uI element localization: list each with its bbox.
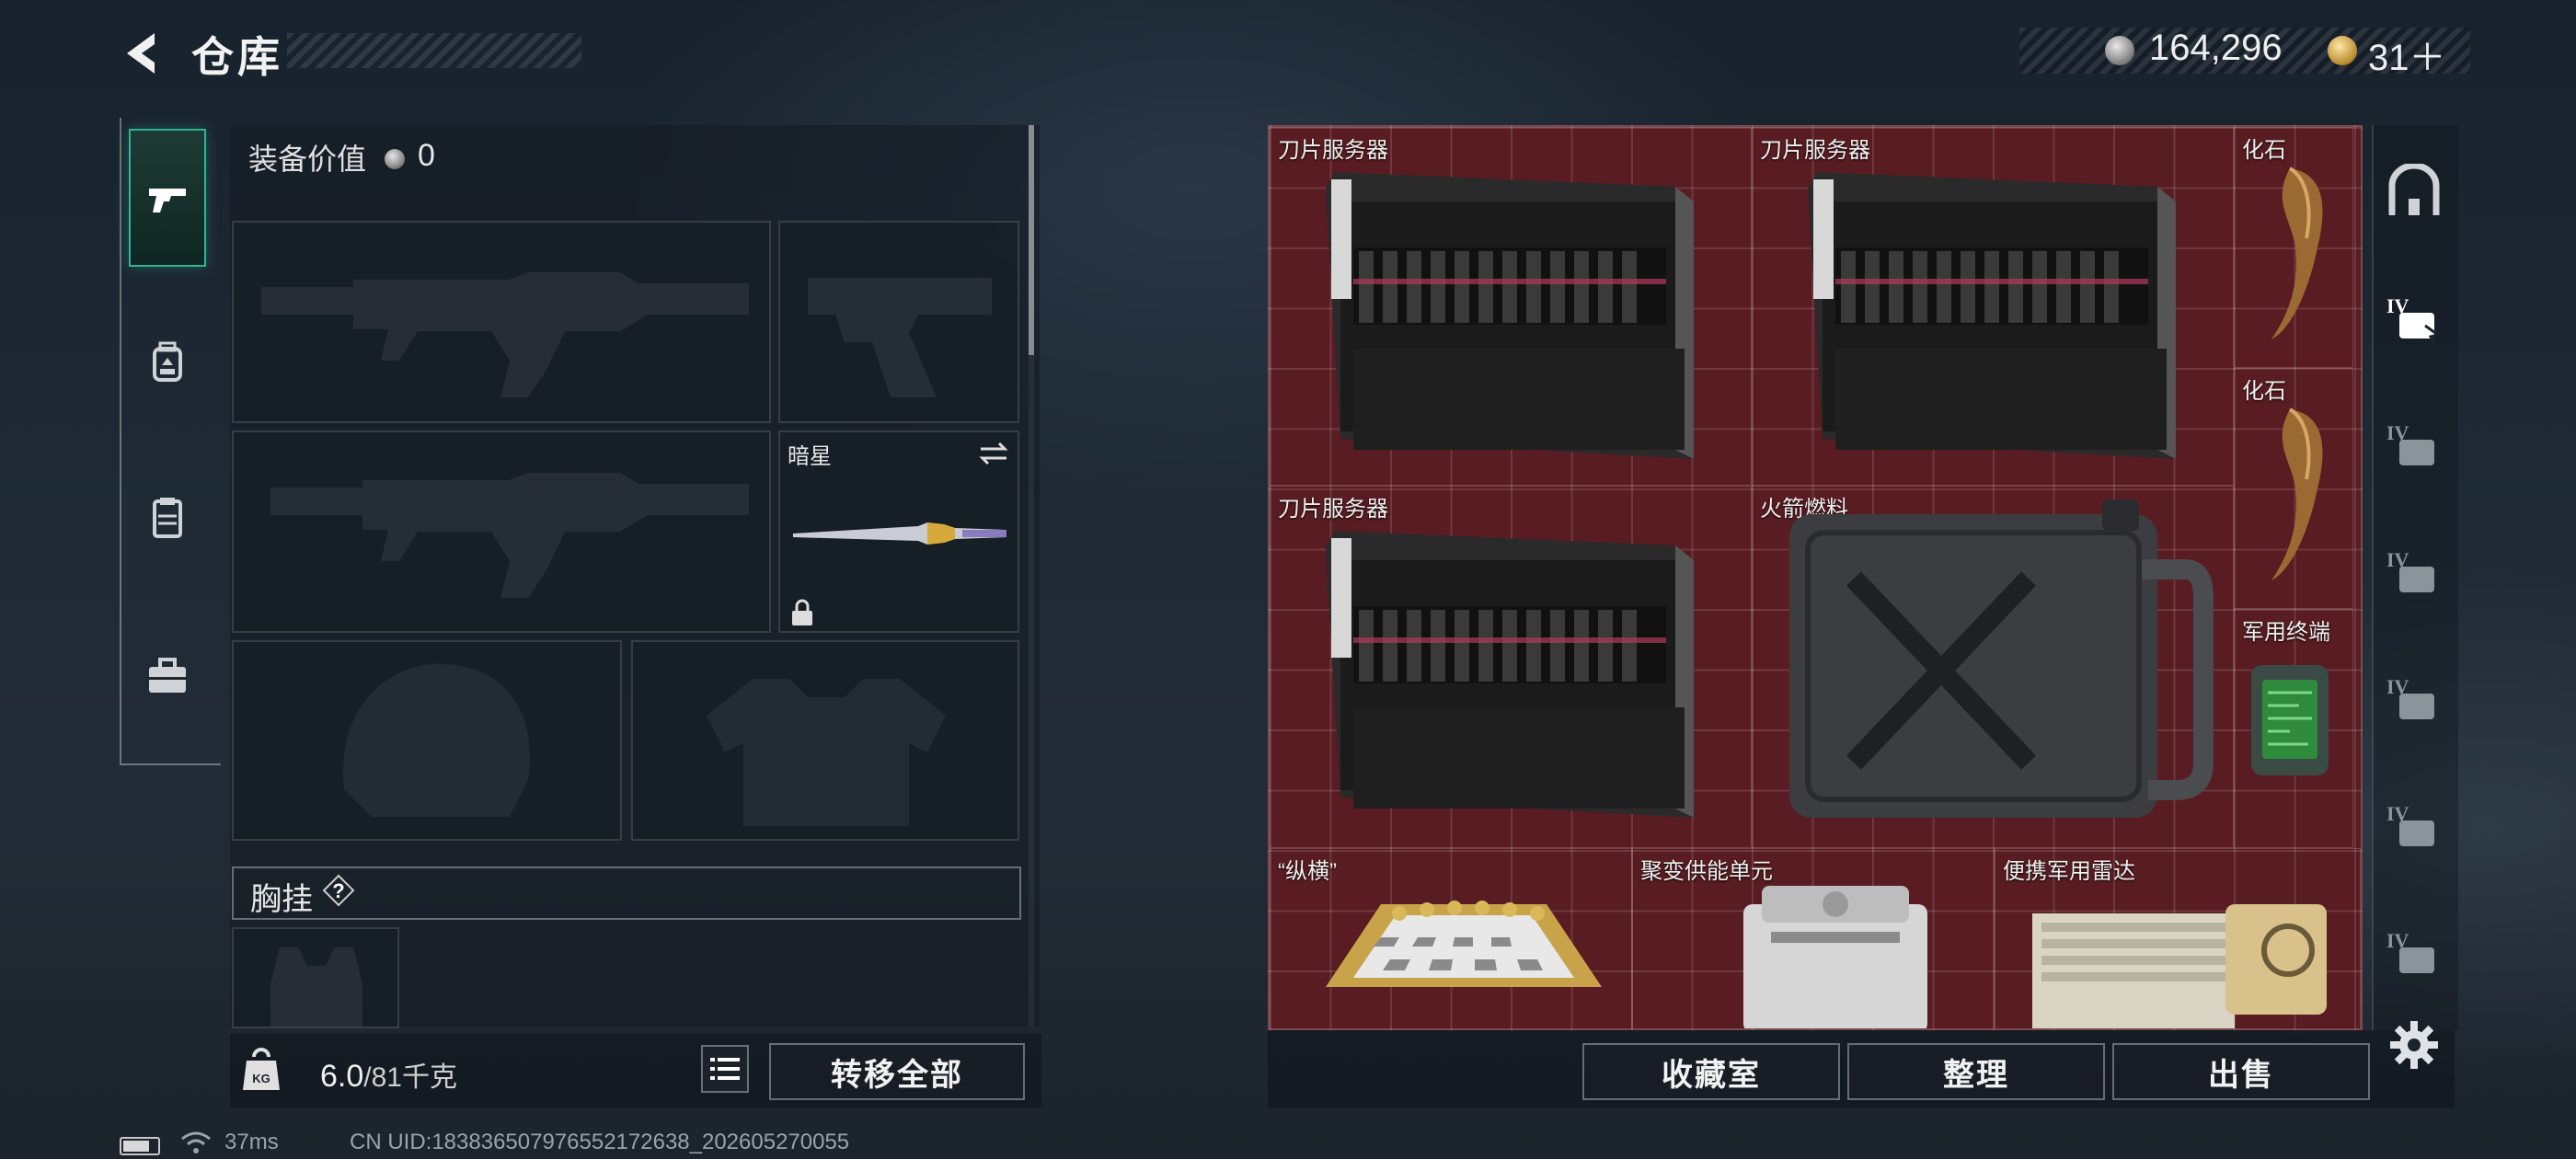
gear-icon[interactable] [2388,1019,2440,1071]
list-view-button[interactable] [701,1045,749,1093]
stash-item-fossil[interactable]: 化石 [2234,127,2353,368]
stash-item-rocket-fuel[interactable]: 火箭燃料 [1752,486,2234,848]
title-decoration [287,33,581,68]
weight-current: 6.0 [320,1059,364,1094]
vest-icon [153,498,182,538]
wifi-icon [181,1131,211,1153]
primary-weapon-slot[interactable] [232,221,771,423]
ping-readout: 37ms [224,1130,279,1154]
blade-server-icon [1326,531,1694,818]
stash-item-blade-server[interactable]: 刀片服务器 [1270,127,1752,486]
tab-weapons[interactable] [129,129,206,267]
melee-slot-label: 暗星 [788,444,832,469]
rifle-silhouette-icon [261,272,749,397]
tab-vest[interactable] [129,449,206,587]
fossil-claw-icon [2271,166,2323,339]
secondary-weapon-slot[interactable] [232,430,771,633]
swap-icon[interactable] [977,440,1010,467]
organize-button[interactable]: 整理 [1847,1043,2105,1100]
fossil-claw-icon [2271,407,2323,580]
help-icon[interactable]: ? [322,874,355,907]
gold-currency-amount[interactable]: 31＋ [2368,28,2446,81]
helmet-silhouette-icon [342,663,530,817]
transfer-all-button[interactable]: 转移全部 [769,1043,1025,1100]
stash-item-military-terminal[interactable]: 军用终端 [2234,609,2353,848]
armor-slot[interactable] [631,640,1019,841]
terminal-device-icon [2251,665,2329,775]
chess-board-icon [1326,901,1602,987]
stash-home-tab[interactable] [2372,138,2456,248]
pistol-silhouette-icon [808,278,992,397]
weight-capacity: /81千克 [363,1062,457,1093]
stash-grid: 刀片服务器 刀片服务器 化石 化石 刀片服务器 火箭燃料 军用终端 “纵横” 聚… [1268,125,2363,1030]
toolbox-icon [149,658,186,693]
loadout-scrollbar[interactable] [1029,125,1034,1027]
back-chevron-icon[interactable] [118,28,169,79]
gold-coin-icon [2328,36,2357,65]
stash-page-icon: IV [2386,929,2434,973]
stash-page-icon: IV [2386,675,2434,719]
stash-item-fusion-power-unit[interactable]: 聚变供能单元 [1632,848,1995,1028]
pistol-icon [149,189,186,212]
blade-server-icon [1326,172,1694,459]
chest-rig-silhouette-icon [270,947,362,1027]
backpack-icon [153,341,182,382]
weight-icon: KG [243,1048,280,1090]
radar-unit-icon [2032,904,2327,1028]
lock-icon [792,599,812,625]
stash-item-portable-radar[interactable]: 便携军用雷达 [1995,848,2361,1028]
stash-page-icon: IV [2386,548,2434,592]
chest-rig-label: 胸挂 [250,882,313,917]
stash-page-tab-iv-3[interactable]: IV [2372,517,2456,627]
blade-server-icon [1808,172,2176,459]
sidearm-slot[interactable] [778,221,1019,423]
rifle-silhouette-icon [270,473,749,598]
equip-value-label: 装备价值 [248,143,367,176]
help-mark: ? [332,879,344,902]
chest-rig-slot[interactable] [232,927,399,1028]
stash-page-tab-iv-6[interactable]: IV [2372,898,2456,1008]
collection-room-button[interactable]: 收藏室 [1582,1043,1840,1100]
silver-coin-icon [2105,36,2134,65]
weight-icon-text: KG [252,1072,270,1085]
silver-coin-icon [385,149,405,169]
weight-readout: 6.0/81千克 [320,1054,457,1095]
stash-page-tab-iv-5[interactable]: IV [2372,771,2456,881]
knife-icon [793,522,1006,545]
tab-backpack[interactable] [129,293,206,430]
stash-page-tab-iv-1[interactable]: IV [2372,263,2456,373]
stash-page-tab-iv-2[interactable]: IV [2372,390,2456,500]
fuel-can-icon [1789,499,2214,818]
stash-page-icon: IV [2386,421,2434,465]
tab-toolbox[interactable] [129,607,206,745]
stash-item-chess-set[interactable]: “纵横” [1270,848,1632,1028]
stash-item-blade-server[interactable]: 刀片服务器 [1270,486,1752,848]
battery-icon [120,1137,160,1155]
uid-readout: CN UID:1838365079765521726​38_2026052700… [350,1130,850,1154]
stash-item-fossil[interactable]: 化石 [2234,368,2353,609]
stash-page-tab-iv-4[interactable]: IV [2372,644,2456,754]
vault-icon [2388,164,2440,215]
stash-page-icon: IV [2386,802,2434,846]
silver-currency-amount: 164,296 [2149,28,2283,68]
stash-item-blade-server[interactable]: 刀片服务器 [1752,127,2234,486]
list-icon [710,1058,740,1080]
equip-value-amount: 0 [418,138,435,173]
helmet-slot[interactable] [232,640,622,841]
melee-slot[interactable]: 暗星 [778,430,1019,633]
page-title: 仓库 [191,33,283,81]
stash-page-icon: IV [2386,294,2442,345]
sell-button[interactable]: 出售 [2112,1043,2370,1100]
armor-silhouette-icon [707,679,946,826]
power-cell-icon [1743,886,1927,1028]
